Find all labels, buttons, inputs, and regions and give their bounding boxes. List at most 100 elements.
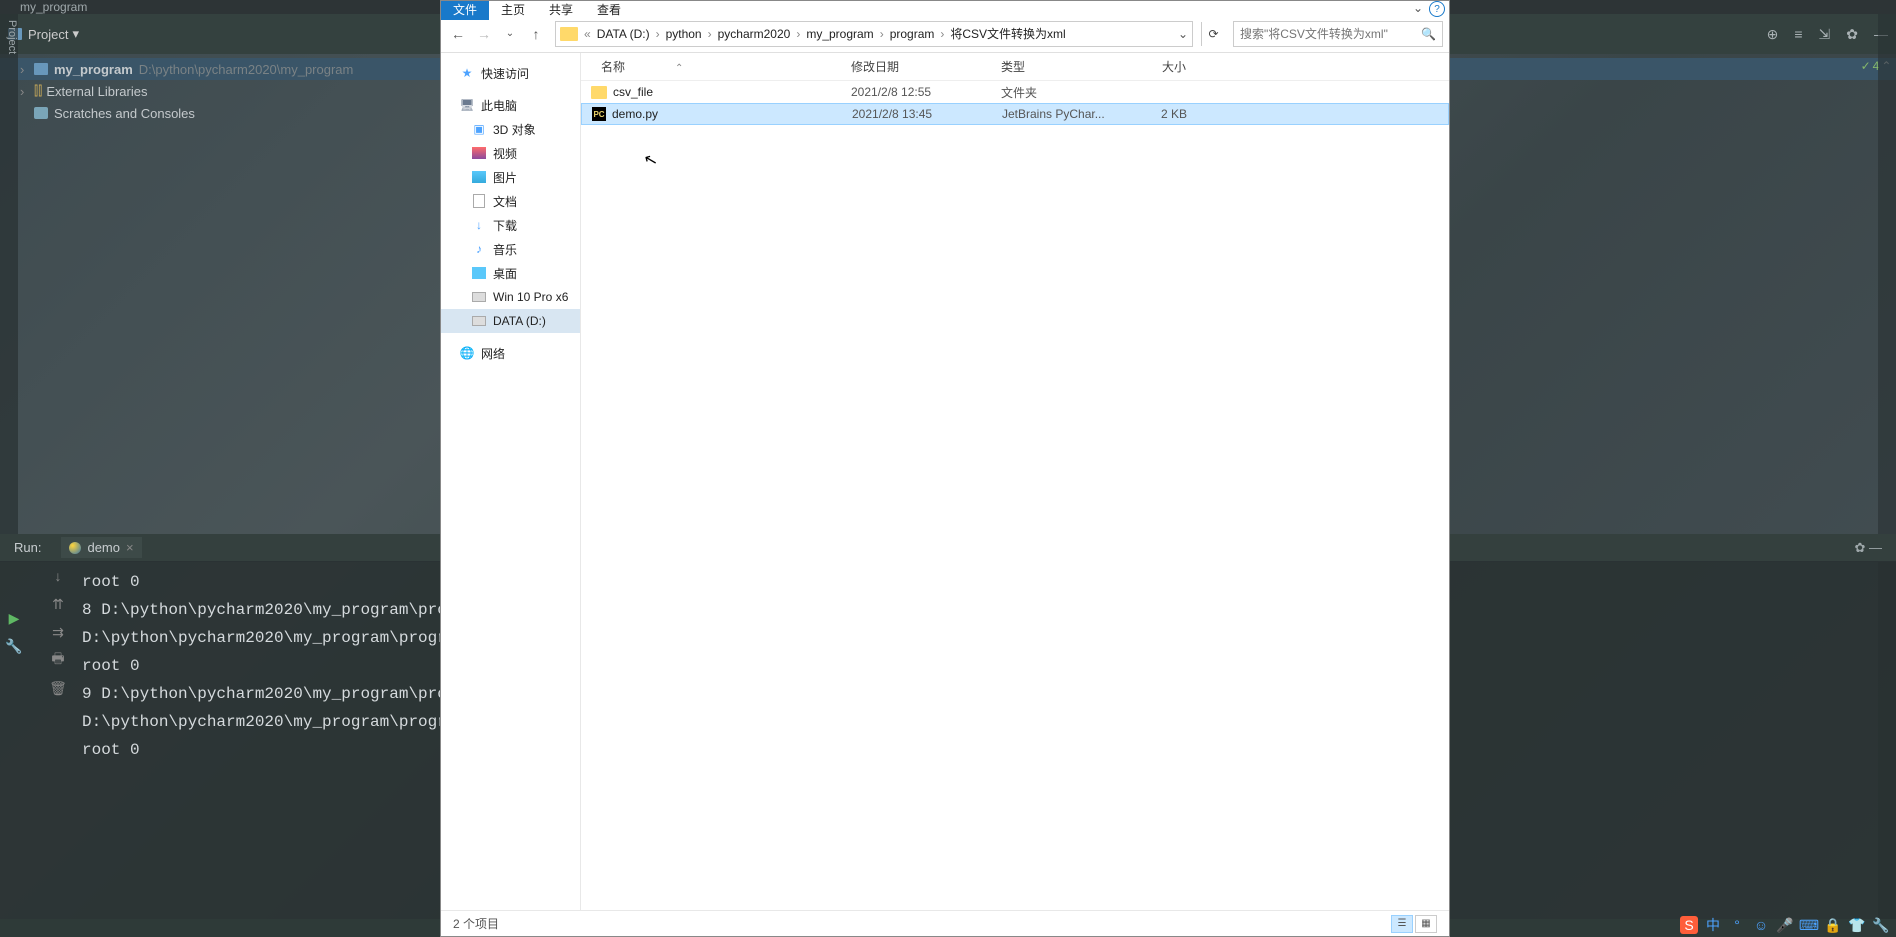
column-headers[interactable]: 名称⌃ 修改日期 类型 大小 [581, 53, 1449, 81]
stop-icon[interactable]: ↓ [50, 568, 66, 584]
sidebar-network[interactable]: 🌐 网络 [441, 341, 580, 365]
project-label: Project [28, 27, 68, 42]
col-type[interactable]: 类型 [1001, 58, 1126, 75]
run-tab[interactable]: demo × [61, 537, 141, 558]
print-icon[interactable]: 🖶 [50, 652, 66, 668]
expand-icon[interactable]: ⇲ [1819, 26, 1831, 43]
file-date: 2021/2/8 12:55 [851, 85, 1001, 99]
breadcrumb-segment[interactable]: my_program [802, 27, 877, 41]
folder-icon [591, 86, 607, 99]
tray-punct-icon[interactable]: ° [1728, 916, 1746, 934]
expand-arrow-icon[interactable]: › [20, 84, 30, 99]
trash-icon[interactable]: 🗑 [50, 680, 66, 696]
desktop-icon [471, 266, 487, 280]
breadcrumb-segment[interactable]: python [662, 27, 706, 41]
scratches-icon [34, 107, 48, 119]
nav-back-button[interactable]: ← [447, 23, 469, 45]
chevron-right-icon[interactable]: › [654, 27, 662, 41]
sidebar-this-pc[interactable]: 🖥 此电脑 [441, 93, 580, 117]
explorer-ribbon-tabs: 文件 主页 共享 查看 ⌄ ? [441, 1, 1449, 15]
expand-arrow-icon[interactable]: › [20, 62, 30, 77]
tray-tool-icon[interactable]: 🔧 [1872, 916, 1890, 934]
label: 视频 [493, 145, 517, 162]
crumb-sep-icon[interactable]: « [582, 27, 593, 41]
search-input[interactable] [1240, 27, 1417, 41]
locate-icon[interactable]: ⊕ [1767, 26, 1779, 43]
search-box[interactable]: 🔍 [1233, 21, 1443, 47]
run-tab-name: demo [87, 540, 120, 555]
project-dropdown[interactable]: Project ▾ [28, 26, 79, 42]
doc-icon [471, 194, 487, 208]
pc-icon: 🖥 [459, 98, 475, 112]
address-dropdown-icon[interactable]: ⌄ [1178, 27, 1188, 41]
breadcrumb-segment[interactable]: DATA (D:) [593, 27, 654, 41]
sidebar-item-music[interactable]: ♪音乐 [441, 237, 580, 261]
refresh-button[interactable]: ⟳ [1201, 22, 1225, 46]
sidebar-item-downloads[interactable]: ↓下载 [441, 213, 580, 237]
sidebar-item-data-d[interactable]: DATA (D:) [441, 309, 580, 333]
file-name: csv_file [613, 85, 653, 99]
chevron-right-icon[interactable]: › [878, 27, 886, 41]
drive-icon [471, 290, 487, 304]
address-bar[interactable]: « DATA (D:)›python›pycharm2020›my_progra… [555, 21, 1193, 47]
sidebar-item-3d[interactable]: ▣3D 对象 [441, 117, 580, 141]
sidebar-item-videos[interactable]: 视频 [441, 141, 580, 165]
explorer-navbar: ← → ⌄ ↑ « DATA (D:)›python›pycharm2020›m… [441, 15, 1449, 53]
scratches-label: Scratches and Consoles [54, 106, 195, 121]
sidebar-item-pictures[interactable]: 图片 [441, 165, 580, 189]
search-icon[interactable]: 🔍 [1421, 27, 1436, 41]
pycharm-file-icon: PC [592, 107, 606, 121]
label: 图片 [493, 169, 517, 186]
rerun-icon[interactable]: ▶ [6, 610, 22, 626]
label: 下载 [493, 217, 517, 234]
folder-icon [34, 63, 48, 75]
run-output[interactable]: root 0 8 D:\python\pycharm2020\my_progra… [72, 562, 466, 919]
breadcrumb-segment[interactable]: pycharm2020 [714, 27, 795, 41]
debug-icon[interactable]: 🔧 [6, 638, 22, 654]
col-name[interactable]: 名称⌃ [581, 58, 851, 75]
tray-kbd-icon[interactable]: ⌨ [1800, 916, 1818, 934]
view-details-button[interactable]: ☰ [1391, 915, 1413, 933]
col-size[interactable]: 大小 [1126, 58, 1186, 75]
tray-emoji-icon[interactable]: ☺ [1752, 916, 1770, 934]
pycharm-left-gutter[interactable]: Project [0, 14, 18, 534]
tray-ime-icon[interactable]: S [1680, 916, 1698, 934]
sidebar-item-documents[interactable]: 文档 [441, 189, 580, 213]
label: 文档 [493, 193, 517, 210]
tray-mic-icon[interactable]: 🎤 [1776, 916, 1794, 934]
view-icons-button[interactable]: ▦ [1415, 915, 1437, 933]
close-tab-icon[interactable]: × [126, 540, 134, 555]
file-row[interactable]: csv_file2021/2/8 12:55文件夹 [581, 81, 1449, 103]
external-label: External Libraries [46, 84, 147, 99]
sidebar-quick-access[interactable]: ★ 快速访问 [441, 61, 580, 85]
label: 桌面 [493, 265, 517, 282]
nav-forward-button[interactable]: → [473, 23, 495, 45]
wrap-icon[interactable]: ⇉ [50, 624, 66, 640]
cube-icon: ▣ [471, 122, 487, 136]
col-date[interactable]: 修改日期 [851, 58, 1001, 75]
breadcrumb-segment[interactable]: program [886, 27, 939, 41]
up-icon[interactable]: ⇈ [50, 596, 66, 612]
chevron-right-icon[interactable]: › [706, 27, 714, 41]
tray-lock-icon[interactable]: 🔒 [1824, 916, 1842, 934]
dropdown-arrow-icon: ▾ [72, 26, 79, 42]
run-settings-icon[interactable]: ✿ ― [1854, 540, 1882, 556]
nav-recent-dropdown[interactable]: ⌄ [499, 23, 521, 45]
sidebar-item-win10[interactable]: Win 10 Pro x6 [441, 285, 580, 309]
file-name: demo.py [612, 107, 658, 121]
collapse-icon[interactable]: ≡ [1794, 26, 1802, 43]
sidebar-item-desktop[interactable]: 桌面 [441, 261, 580, 285]
nav-up-button[interactable]: ↑ [525, 23, 547, 45]
breadcrumb-segment[interactable]: 将CSV文件转换为xml [946, 27, 1069, 41]
quick-label: 快速访问 [481, 65, 529, 82]
python-icon [69, 542, 81, 554]
file-size: 2 KB [1127, 107, 1187, 121]
explorer-sidebar[interactable]: ★ 快速访问 🖥 此电脑 ▣3D 对象 视频 图片 文档 ↓下载 ♪音乐 桌面 … [441, 53, 581, 910]
tray-skin-icon[interactable]: 👕 [1848, 916, 1866, 934]
file-type: JetBrains PyChar... [1002, 107, 1127, 121]
library-icon: ⫿⫿ [34, 83, 42, 99]
tray-lang-icon[interactable]: 中 [1704, 916, 1722, 934]
label: 名称 [601, 60, 625, 74]
settings-icon[interactable]: ✿ [1846, 26, 1858, 43]
file-row[interactable]: PCdemo.py2021/2/8 13:45JetBrains PyChar.… [581, 103, 1449, 125]
